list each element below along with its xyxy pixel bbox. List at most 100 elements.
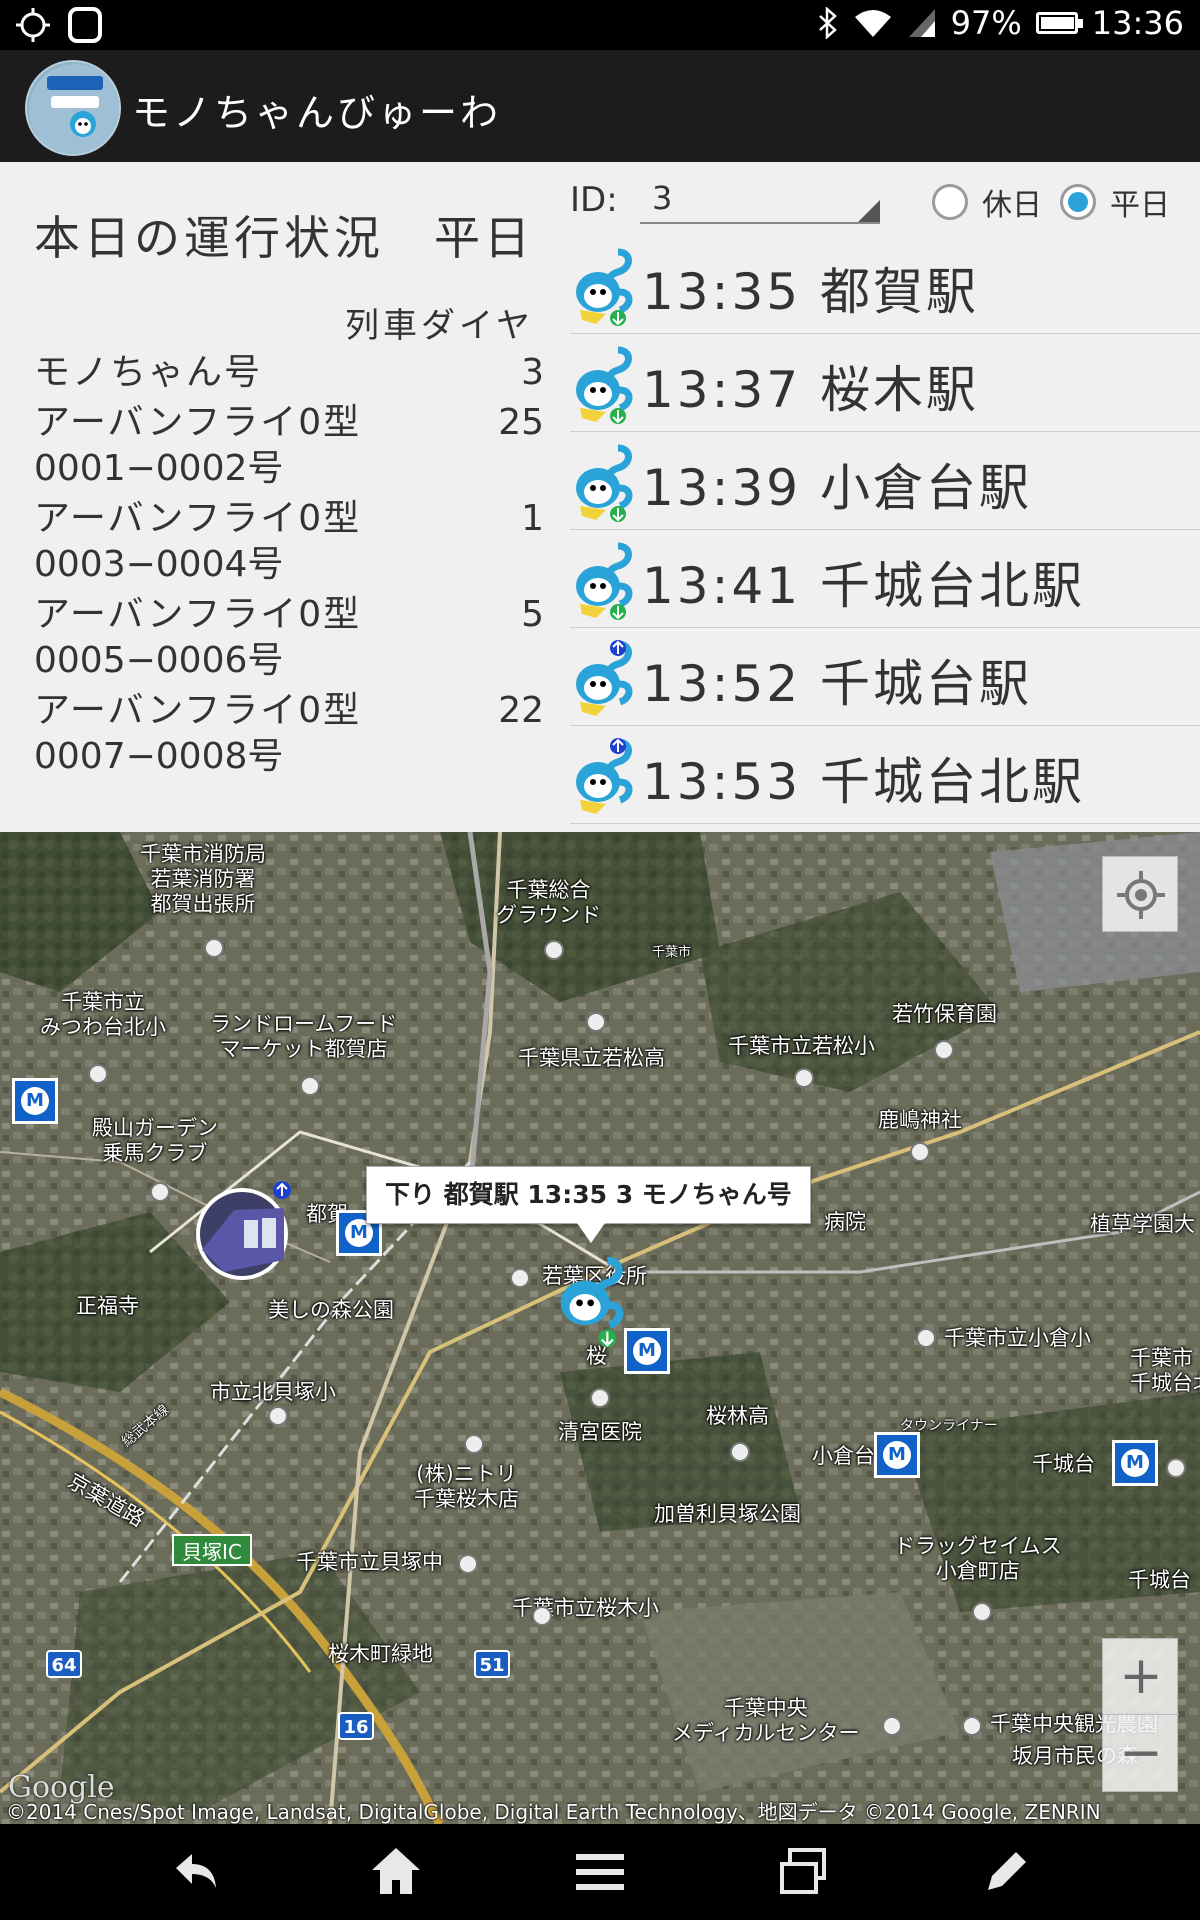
map-label-fire-station: 千葉市消防局 若葉消防署 都賀出張所 — [140, 842, 266, 916]
train-row: アーバンフライ0型 25 — [34, 398, 544, 448]
map-label-chishirodai-right: 千城台 — [1128, 1568, 1191, 1592]
school-icon — [1166, 1458, 1186, 1478]
weekday-radio[interactable]: 平日 — [1060, 180, 1170, 224]
edit-icon[interactable] — [976, 1842, 1036, 1902]
monorail-logo-icon: M — [21, 1087, 49, 1115]
schedule-row[interactable]: 13:37 桜木駅 — [570, 334, 1200, 432]
map-poi-icon — [962, 1716, 982, 1736]
battery-percent: 97% — [950, 4, 1022, 42]
school-icon — [458, 1554, 478, 1574]
holiday-radio[interactable]: 休日 — [932, 180, 1042, 224]
train-number: 0007−0008号 — [34, 736, 284, 777]
map-label-sakuragicho: 桜木町緑地 — [328, 1642, 433, 1666]
schedule-row[interactable]: 13:41 千城台北駅 — [570, 530, 1200, 628]
navigation-bar — [0, 1824, 1200, 1920]
battery-icon — [1035, 12, 1083, 34]
school-icon — [916, 1328, 936, 1348]
home-icon[interactable] — [366, 1842, 426, 1902]
my-location-button[interactable] — [1102, 856, 1178, 932]
train-name: アーバンフライ0型 — [34, 690, 362, 731]
train-dia: 1 — [521, 498, 544, 539]
schedule-row[interactable]: 13:53 千城台北駅 — [570, 726, 1200, 824]
train-name: アーバンフライ0型 — [34, 594, 362, 635]
monochan-up-icon — [576, 738, 633, 814]
train-name: モノちゃん号 — [34, 352, 263, 393]
map-label-kasori: 加曽利貝塚公園 — [654, 1502, 801, 1526]
map-label-nitori: (株)ニトリ 千葉桜木店 — [414, 1462, 519, 1511]
dia-column-header: 列車ダイヤ — [345, 306, 534, 346]
map-label-kitakaizuka: 市立北貝塚小 — [210, 1380, 336, 1404]
signal-icon — [908, 9, 935, 37]
zoom-in-button[interactable]: + — [1103, 1639, 1179, 1715]
id-select-value: 3 — [652, 179, 673, 217]
map-label-chishirodai: 千城台 — [1032, 1452, 1095, 1476]
train-name: アーバンフライ0型 — [34, 402, 362, 443]
schedule-row[interactable]: 13:52 千城台駅 — [570, 628, 1200, 726]
schedule-row[interactable]: 13:39 小倉台駅 — [570, 432, 1200, 530]
schedule-time-station: 13:37 桜木駅 — [642, 361, 979, 419]
map-poi-icon — [510, 1268, 530, 1288]
battery-level-fill — [1040, 17, 1074, 29]
train-row: アーバンフライ0型 1 — [34, 494, 544, 544]
shop-icon — [972, 1602, 992, 1622]
id-label: ID: — [570, 180, 618, 220]
monochan-down-icon — [576, 346, 633, 424]
schedule-time-station: 13:39 小倉台駅 — [642, 459, 1032, 517]
back-icon[interactable] — [166, 1842, 226, 1902]
schedule-time-station: 13:53 千城台北駅 — [642, 753, 1085, 811]
notification-icon — [68, 7, 102, 43]
train-info-popup[interactable]: 下り 都賀駅 13:35 3 モノちゃん号 — [366, 1166, 811, 1243]
map-label-sports-ground: 千葉総合 グラウンド — [496, 878, 601, 927]
dropdown-triangle-icon — [858, 200, 880, 222]
recent-apps-icon[interactable] — [774, 1842, 834, 1902]
status-bar: 97% 13:36 — [0, 0, 1200, 50]
map-label-hospital: 病院 — [824, 1210, 866, 1234]
schedule-row[interactable]: 13:35 都賀駅 — [570, 236, 1200, 334]
holiday-label: 休日 — [982, 188, 1042, 223]
train-dia: 22 — [498, 690, 544, 731]
route-64-sign: 64 — [46, 1650, 82, 1678]
app-logo-icon[interactable] — [25, 60, 121, 156]
operation-status-title: 本日の運行状況 平日 — [34, 211, 534, 265]
map-view[interactable]: 千葉市消防局 若葉消防署 都賀出張所 千葉総合 グラウンド 千葉市立 みつわ台北… — [0, 832, 1200, 1824]
zoom-controls: + − — [1102, 1638, 1179, 1792]
train-number: 0003−0004号 — [34, 544, 284, 585]
action-bar: モノちゃんびゅーわ — [0, 50, 1200, 162]
school-icon — [586, 1012, 606, 1032]
id-select[interactable]: 3 — [640, 176, 880, 224]
map-label-wakamatsu-elem: 千葉市立若松小 — [728, 1034, 875, 1058]
zoom-out-button[interactable]: − — [1103, 1716, 1179, 1792]
bluetooth-icon — [818, 7, 837, 39]
map-label-shofukuji: 正福寺 — [76, 1294, 139, 1318]
monorail-station-icon[interactable]: M — [1112, 1440, 1158, 1486]
map-label-drugstore: ドラッグセイムス 小倉町店 — [894, 1534, 1062, 1583]
hospital-icon — [882, 1716, 902, 1736]
monorail-station-icon[interactable]: M — [12, 1078, 58, 1124]
shop-icon — [464, 1434, 484, 1454]
map-label-chiba-city-right: 千葉市 千城台北 — [1130, 1346, 1200, 1395]
wifi-icon — [854, 10, 891, 37]
train-number: 0005−0006号 — [34, 640, 284, 681]
map-label-sakurabayashi: 桜林高 — [706, 1404, 769, 1428]
monorail-logo-icon: M — [883, 1441, 911, 1469]
map-label-medical-center: 千葉中央 メディカルセンター — [672, 1696, 860, 1745]
map-label-tonoyama: 殿山ガーデン 乗馬クラブ — [92, 1116, 218, 1165]
shrine-icon — [910, 1142, 930, 1162]
monorail-logo-icon: M — [633, 1337, 661, 1365]
schedule-time-station: 13:52 千城台駅 — [642, 655, 1032, 713]
main-content: 本日の運行状況 平日 列車ダイヤ モノちゃん号 3 アーバンフライ0型 25 000… — [0, 162, 1200, 832]
map-poi-icon — [544, 940, 564, 960]
map-label-shokuei: 植草学園大 — [1090, 1212, 1195, 1236]
map-label-mitsuwa-school: 千葉市立 みつわ台北小 — [40, 990, 166, 1039]
monorail-station-icon[interactable]: M — [874, 1432, 920, 1478]
route-51-sign: 51 — [474, 1650, 510, 1678]
monochan-down-icon — [576, 542, 633, 620]
school-icon — [532, 1606, 552, 1626]
school-icon — [934, 1040, 954, 1060]
schedule-list[interactable]: 13:35 都賀駅 13:37 桜木駅 13:39 小倉台駅 13:41 千城台北駅 1… — [570, 236, 1200, 824]
monochan-train-marker-icon[interactable] — [554, 1256, 634, 1352]
map-copyright: ©2014 Cnes/Spot Image, Landsat, DigitalG… — [6, 1800, 1101, 1824]
map-label-wakamatsu-high: 千葉県立若松高 — [518, 1046, 665, 1070]
menu-icon[interactable] — [570, 1842, 630, 1902]
urban-flyer-train-marker-icon[interactable] — [194, 1180, 294, 1280]
